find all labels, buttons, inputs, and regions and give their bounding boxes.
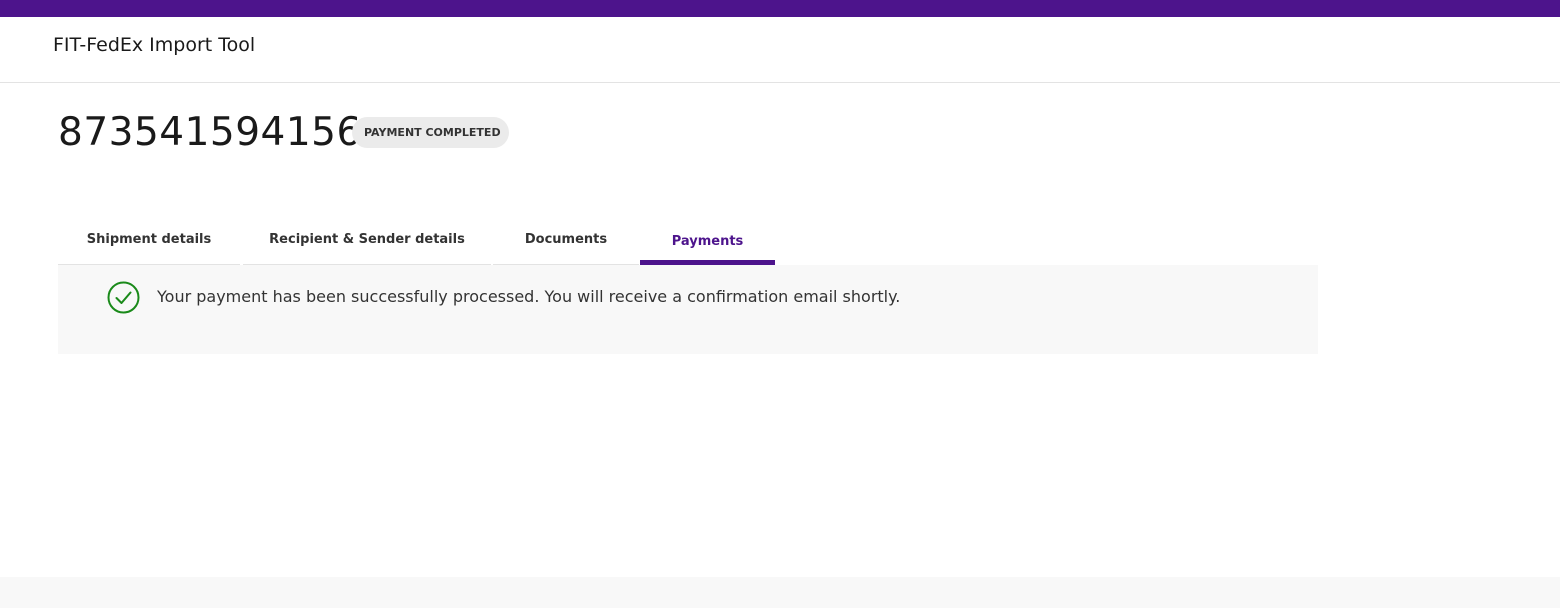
brand-top-bar [0, 0, 1560, 17]
app-header: FIT-FedEx Import Tool [0, 17, 1560, 83]
payment-success-notice: Your payment has been successfully proce… [58, 265, 1318, 354]
footer-band [0, 577, 1560, 608]
status-badge: PAYMENT COMPLETED [352, 117, 509, 148]
tab-shipment-details[interactable]: Shipment details [58, 219, 240, 265]
tab-bar: Shipment details Recipient & Sender deta… [58, 219, 1318, 265]
tab-recipient-sender-details[interactable]: Recipient & Sender details [243, 219, 491, 265]
tracking-number: 873541594156 [58, 110, 362, 155]
app-title: FIT-FedEx Import Tool [53, 34, 256, 56]
tab-documents[interactable]: Documents [493, 219, 639, 265]
tab-payments[interactable]: Payments [640, 219, 775, 265]
notice-message: Your payment has been successfully proce… [157, 287, 901, 306]
check-circle-icon [107, 281, 140, 314]
